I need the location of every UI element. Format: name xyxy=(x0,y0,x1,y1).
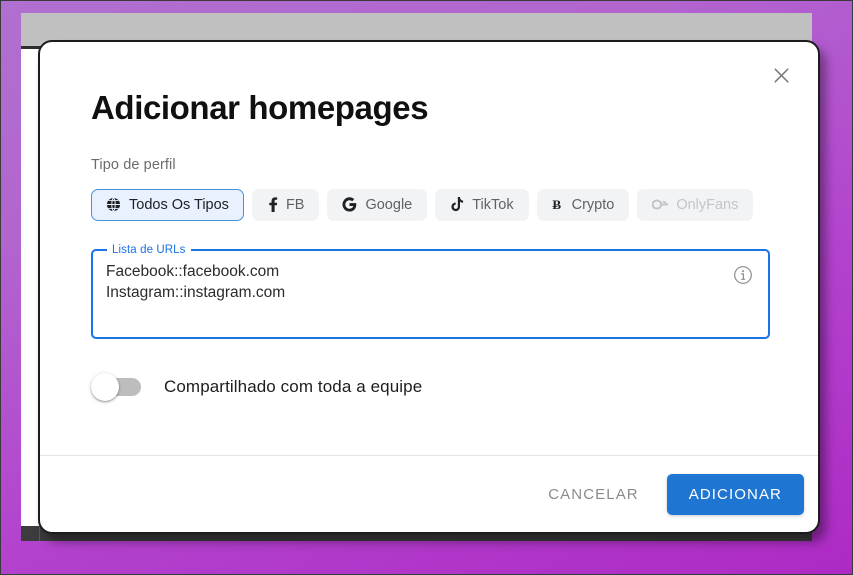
chip-crypto[interactable]: Ƀ Crypto xyxy=(536,188,630,221)
bitcoin-icon: Ƀ xyxy=(552,197,564,213)
facebook-icon xyxy=(267,197,278,213)
page-title: Adicionar homepages xyxy=(91,89,429,126)
chip-tiktok[interactable]: TikTok xyxy=(435,188,529,221)
onlyfans-icon xyxy=(652,198,669,211)
share-with-team-row: Compartilhado com toda a equipe xyxy=(91,372,770,401)
google-icon xyxy=(342,197,357,212)
chip-label: Crypto xyxy=(571,196,615,213)
chip-label: TikTok xyxy=(472,196,514,213)
info-icon[interactable] xyxy=(733,265,753,285)
cancel-button[interactable]: CANCELAR xyxy=(534,476,653,513)
dialog-footer: CANCELAR ADICIONAR xyxy=(40,455,818,532)
chip-label: Todos Os Tipos xyxy=(129,196,229,213)
close-icon xyxy=(773,67,789,83)
share-with-team-toggle[interactable] xyxy=(91,372,147,401)
page-root: Adicionar homepages Tipo de perfil Todos… xyxy=(0,0,853,575)
dialog-body: Adicionar homepages Tipo de perfil Todos… xyxy=(40,42,818,455)
chip-label: FB xyxy=(285,196,305,213)
urls-field-legend: Lista de URLs xyxy=(112,243,186,256)
tiktok-icon xyxy=(450,197,464,212)
close-button[interactable] xyxy=(764,58,798,92)
add-homepages-dialog: Adicionar homepages Tipo de perfil Todos… xyxy=(38,40,820,534)
chip-fb[interactable]: FB xyxy=(251,188,320,221)
chip-todos-os-tipos[interactable]: Todos Os Tipos xyxy=(91,188,244,221)
share-with-team-label: Compartilhado com toda a equipe xyxy=(164,376,423,396)
profile-type-chip-group: Todos Os Tipos FB Google TikTok Ƀ Crypto… xyxy=(91,188,770,221)
chip-onlyfans: OnlyFans xyxy=(637,188,754,221)
urls-textarea[interactable]: Facebook::facebook.com Instagram::instag… xyxy=(106,261,718,304)
globe-icon xyxy=(106,197,121,212)
add-button[interactable]: ADICIONAR xyxy=(666,473,804,515)
svg-text:Ƀ: Ƀ xyxy=(552,198,561,213)
profile-type-label: Tipo de perfil xyxy=(91,156,176,173)
urls-field[interactable]: Lista de URLs Facebook::facebook.com Ins… xyxy=(91,243,770,339)
toggle-knob xyxy=(91,372,119,401)
chip-label: OnlyFans xyxy=(676,196,739,213)
chip-google[interactable]: Google xyxy=(327,188,428,221)
chip-label: Google xyxy=(365,196,413,213)
